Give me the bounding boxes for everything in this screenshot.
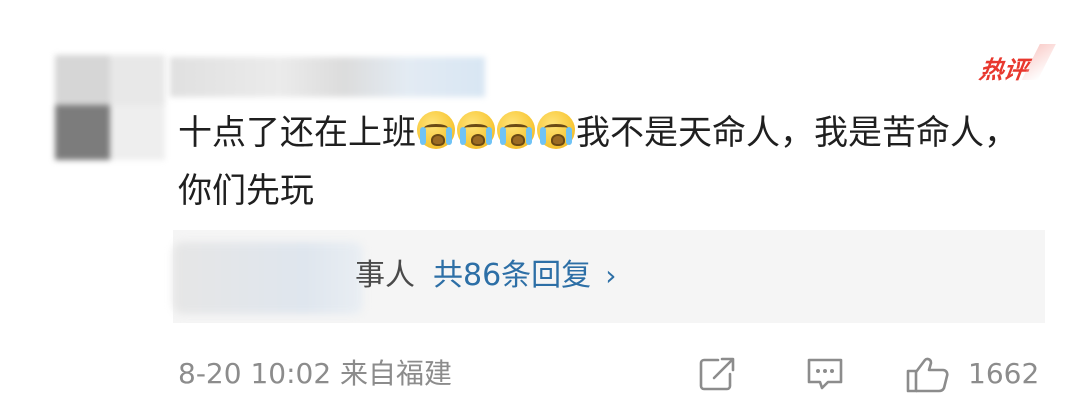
reply-preview[interactable]: 事人 共86条回复 › xyxy=(173,230,1045,323)
share-icon[interactable] xyxy=(698,356,736,392)
comment-icon[interactable] xyxy=(805,356,845,392)
comment-body: 十点了还在上班 我不是天命人，我是苦命人，你们先玩 xyxy=(178,104,1038,220)
like-count: 1662 xyxy=(968,357,1040,390)
comment-footer: 8-20 10:02 来自福建 1662 xyxy=(178,352,1048,396)
chevron-right-icon[interactable]: › xyxy=(605,259,616,292)
reply-author-fragment: 事人 xyxy=(355,258,415,293)
comment-meta: 8-20 10:02 来自福建 xyxy=(178,352,452,396)
crying-face-emoji xyxy=(457,111,495,149)
thumbs-up-icon[interactable] xyxy=(906,356,952,394)
avatar-blurred[interactable] xyxy=(55,55,165,165)
reply-author-blurred xyxy=(173,242,363,314)
location: 来自福建 xyxy=(340,357,453,390)
emoji-group xyxy=(416,111,576,153)
crying-face-emoji xyxy=(497,111,535,149)
comment-text-before: 十点了还在上班 xyxy=(178,113,416,153)
reply-count-link[interactable]: 共86条回复 xyxy=(433,258,591,293)
hot-comment-badge: 热评 xyxy=(978,50,1031,85)
timestamp: 8-20 10:02 xyxy=(178,357,332,390)
crying-face-emoji xyxy=(417,111,455,149)
username-blurred[interactable] xyxy=(170,57,485,97)
reply-summary[interactable]: 事人 共86条回复 › xyxy=(355,254,616,298)
crying-face-emoji xyxy=(537,111,575,149)
